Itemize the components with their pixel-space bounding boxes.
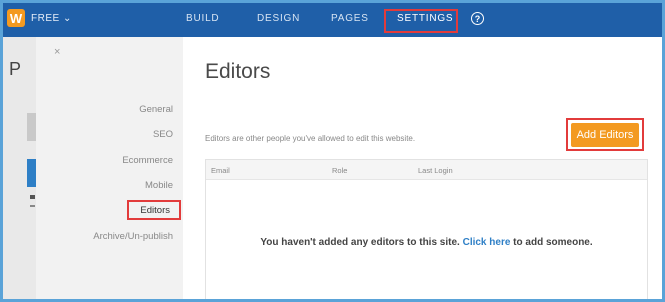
sidebar-item-seo[interactable]: SEO — [153, 129, 173, 140]
weebly-logo-icon[interactable]: W — [7, 9, 25, 27]
page-title: Editors — [205, 60, 271, 83]
app-window: W FREE ⌄ BUILD DESIGN PAGES SETTINGS ? P… — [0, 0, 665, 302]
help-icon[interactable]: ? — [471, 12, 484, 25]
settings-highlight-box — [384, 9, 458, 33]
column-email: Email — [211, 166, 230, 175]
editors-description: Editors are other people you've allowed … — [205, 134, 416, 143]
editors-highlight-box — [127, 200, 181, 220]
nav-design[interactable]: DESIGN — [257, 13, 300, 24]
close-icon[interactable]: × — [54, 46, 60, 58]
background-block-blue — [27, 159, 36, 187]
editors-panel: Editors Editors are other people you've … — [183, 37, 662, 299]
background-text-stub — [30, 195, 35, 199]
plan-dropdown[interactable]: FREE ⌄ — [31, 13, 72, 24]
column-role: Role — [332, 166, 348, 175]
settings-sidebar: × General SEO Ecommerce Mobile Editors A… — [36, 37, 183, 299]
sidebar-item-general[interactable]: General — [139, 104, 173, 115]
nav-build[interactable]: BUILD — [186, 13, 219, 24]
empty-state-text-end: to add someone. — [510, 237, 593, 248]
click-here-link[interactable]: Click here — [463, 237, 511, 248]
empty-state-text: You haven't added any editors to this si… — [260, 237, 463, 248]
nav-pages[interactable]: PAGES — [331, 13, 369, 24]
table-header: Email Role Last Login — [206, 160, 647, 180]
add-editors-highlight-box: Add Editors — [566, 118, 644, 151]
background-block — [27, 113, 36, 141]
background-text-stub — [30, 205, 35, 207]
top-nav-bar: W FREE ⌄ BUILD DESIGN PAGES SETTINGS ? — [3, 3, 662, 37]
sidebar-item-archive[interactable]: Archive/Un-publish — [93, 231, 173, 242]
background-editor-strip: P — [3, 37, 36, 299]
add-editors-button[interactable]: Add Editors — [571, 122, 639, 147]
sidebar-item-ecommerce[interactable]: Ecommerce — [122, 155, 173, 166]
editors-table: Email Role Last Login You haven't added … — [205, 159, 648, 299]
empty-state-message: You haven't added any editors to this si… — [206, 237, 647, 248]
background-page-letter: P — [9, 59, 22, 79]
sidebar-item-mobile[interactable]: Mobile — [145, 180, 173, 191]
column-last-login: Last Login — [418, 166, 453, 175]
